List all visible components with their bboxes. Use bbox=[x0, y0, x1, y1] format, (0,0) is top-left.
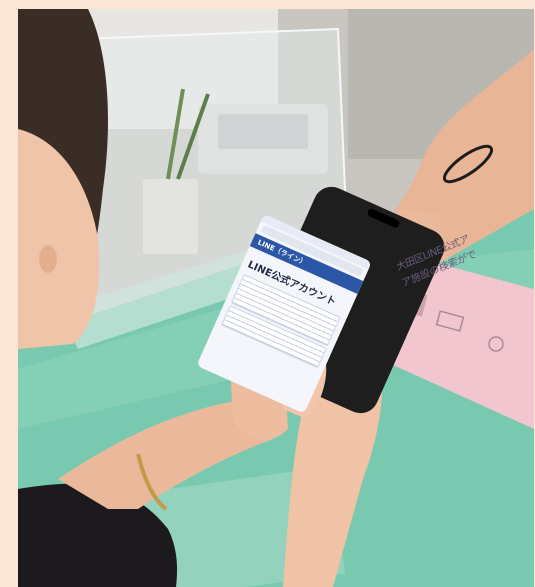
pen-holder bbox=[143, 179, 198, 254]
ear bbox=[39, 245, 57, 273]
photo-frame: LINE（ライン） LINE公式アカウント 大田区LINE公式ア ア施設の検索が… bbox=[18, 9, 534, 587]
